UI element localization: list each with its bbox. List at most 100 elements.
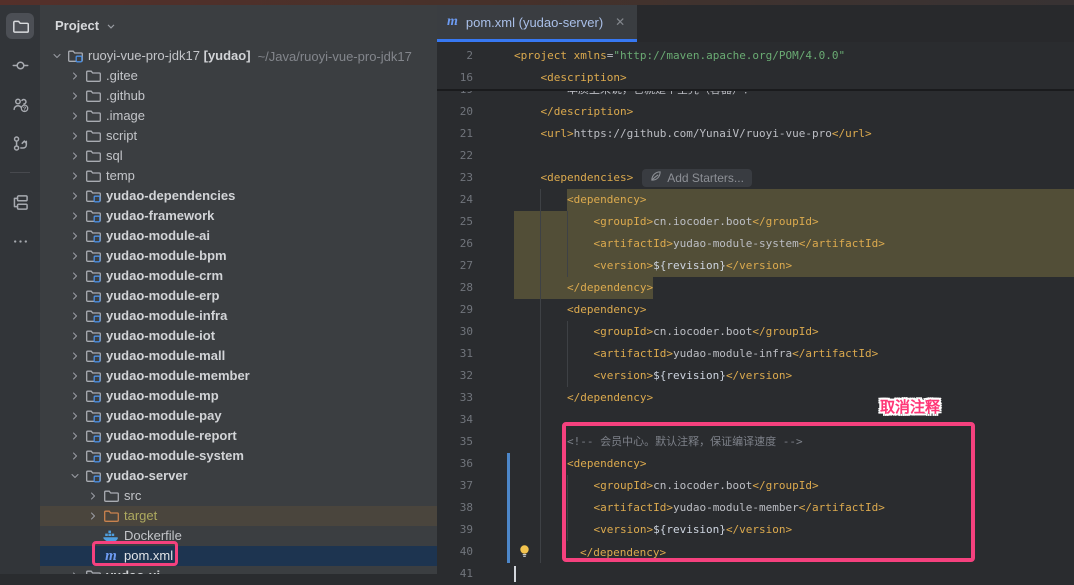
code-line-32[interactable]: 32 <version>${revision}</version> [437, 365, 1074, 387]
tree-row-sql[interactable]: sql [40, 146, 437, 166]
code-line-24[interactable]: 24 <dependency> [437, 189, 1074, 211]
code-line-text[interactable]: <dependency> [514, 299, 1074, 321]
tree-row-yudao-module-member[interactable]: yudao-module-member [40, 366, 437, 386]
chevron-right-icon[interactable] [66, 250, 84, 262]
chevron-right-icon[interactable] [66, 210, 84, 222]
gutter-change-marker [507, 541, 510, 563]
code-line-27[interactable]: 27 <version>${revision}</version> [437, 255, 1074, 277]
tree-row-yudao-module-system[interactable]: yudao-module-system [40, 446, 437, 466]
tree-row-src[interactable]: src [40, 486, 437, 506]
code-line-19[interactable]: 19 本质上来说，它就是个空壳（容器）！ [437, 91, 1074, 101]
chevron-right-icon[interactable] [66, 130, 84, 142]
tree-row-script[interactable]: script [40, 126, 437, 146]
code-line-text[interactable]: <url>https://github.com/YunaiV/ruoyi-vue… [514, 123, 1074, 145]
code-line-33[interactable]: 33 </dependency> [437, 387, 1074, 409]
tree-row-yudao-module-ai[interactable]: yudao-module-ai [40, 226, 437, 246]
tree-row-yudao-module-infra[interactable]: yudao-module-infra [40, 306, 437, 326]
chevron-down-icon[interactable] [66, 470, 84, 482]
chevron-right-icon[interactable] [84, 510, 102, 522]
line-number: 27 [437, 255, 473, 277]
chevron-right-icon[interactable] [66, 90, 84, 102]
chevron-right-icon[interactable] [66, 570, 84, 574]
tree-row-yudao-framework[interactable]: yudao-framework [40, 206, 437, 226]
chevron-right-icon[interactable] [66, 390, 84, 402]
tree-row-yudao-module-iot[interactable]: yudao-module-iot [40, 326, 437, 346]
code-line-text[interactable]: <artifactId>yudao-module-infra</artifact… [514, 343, 1074, 365]
tab-close-icon[interactable]: ✕ [615, 15, 625, 29]
code-line-text[interactable]: 本质上来说，它就是个空壳（容器）！ [514, 91, 1074, 101]
code-line-28[interactable]: 28 </dependency> [437, 277, 1074, 299]
chevron-down-icon[interactable] [48, 50, 66, 62]
code-line-text[interactable]: <dependency> [514, 189, 1074, 211]
code-line-25[interactable]: 25 <groupId>cn.iocoder.boot</groupId> [437, 211, 1074, 233]
code-line-text[interactable]: <groupId>cn.iocoder.boot</groupId> [514, 321, 1074, 343]
chevron-right-icon[interactable] [66, 270, 84, 282]
tree-row-yudao-module-mall[interactable]: yudao-module-mall [40, 346, 437, 366]
learn-tool-icon[interactable]: ? [6, 91, 34, 117]
commit-tool-icon[interactable] [6, 52, 34, 78]
sticky-line-2[interactable]: 2<project xmlns="http://maven.apache.org… [437, 45, 1074, 67]
code-line-text[interactable]: </dependency> [514, 387, 1074, 409]
tree-row-temp[interactable]: temp [40, 166, 437, 186]
chevron-right-icon[interactable] [66, 110, 84, 122]
tree-row-.image[interactable]: .image [40, 106, 437, 126]
code-line-text[interactable]: <project xmlns="http://maven.apache.org/… [514, 45, 1074, 67]
project-panel-header[interactable]: Project [40, 5, 437, 46]
code-line-text[interactable] [514, 563, 1074, 585]
chevron-right-icon[interactable] [66, 430, 84, 442]
code-line-text[interactable]: <version>${revision}</version> [514, 255, 1074, 277]
tree-row-yudao-module-pay[interactable]: yudao-module-pay [40, 406, 437, 426]
tree-row-yudao-dependencies[interactable]: yudao-dependencies [40, 186, 437, 206]
code-line-23[interactable]: 23 <dependencies>Add Starters... [437, 167, 1074, 189]
tree-row-yudao-module-mp[interactable]: yudao-module-mp [40, 386, 437, 406]
chevron-right-icon[interactable] [66, 450, 84, 462]
code-line-30[interactable]: 30 <groupId>cn.iocoder.boot</groupId> [437, 321, 1074, 343]
chevron-right-icon[interactable] [66, 170, 84, 182]
project-tool-icon[interactable] [6, 13, 34, 39]
structure-tool-icon[interactable] [6, 189, 34, 215]
chevron-right-icon[interactable] [66, 410, 84, 422]
pull-requests-tool-icon[interactable] [6, 130, 34, 156]
tree-row-.github[interactable]: .github [40, 86, 437, 106]
chevron-right-icon[interactable] [66, 70, 84, 82]
chevron-right-icon[interactable] [84, 490, 102, 502]
tree-row-.gitee[interactable]: .gitee [40, 66, 437, 86]
chevron-right-icon[interactable] [66, 310, 84, 322]
chevron-right-icon[interactable] [66, 330, 84, 342]
gutter-icon-area [473, 167, 514, 189]
tree-row-yudao-module-report[interactable]: yudao-module-report [40, 426, 437, 446]
chevron-right-icon[interactable] [66, 150, 84, 162]
more-tools-icon[interactable] [6, 228, 34, 254]
code-line-41[interactable]: 41 [437, 563, 1074, 585]
code-line-20[interactable]: 20 </description> [437, 101, 1074, 123]
code-line-text[interactable]: <version>${revision}</version> [514, 365, 1074, 387]
chevron-right-icon[interactable] [66, 350, 84, 362]
chevron-right-icon[interactable] [66, 190, 84, 202]
code-line-22[interactable]: 22 [437, 145, 1074, 167]
tree-row-yudao-server[interactable]: yudao-server [40, 466, 437, 486]
code-line-text[interactable]: <description> [514, 67, 1074, 89]
code-line-21[interactable]: 21 <url>https://github.com/YunaiV/ruoyi-… [437, 123, 1074, 145]
chevron-right-icon[interactable] [66, 290, 84, 302]
code-line-31[interactable]: 31 <artifactId>yudao-module-infra</artif… [437, 343, 1074, 365]
tree-row-yudao-module-bpm[interactable]: yudao-module-bpm [40, 246, 437, 266]
code-line-text[interactable]: <artifactId>yudao-module-system</artifac… [514, 233, 1074, 255]
tree-row-yudao-module-erp[interactable]: yudao-module-erp [40, 286, 437, 306]
code-line-text[interactable] [514, 145, 1074, 167]
tab-pom-xml[interactable]: m pom.xml (yudao-server) ✕ [437, 5, 637, 42]
chevron-right-icon[interactable] [66, 370, 84, 382]
gutter-icon-area [473, 67, 514, 89]
code-line-text[interactable]: </description> [514, 101, 1074, 123]
code-line-29[interactable]: 29 <dependency> [437, 299, 1074, 321]
tree-row-yudao-ui[interactable]: yudao-ui [40, 566, 437, 574]
add-starters-hint[interactable]: Add Starters... [642, 169, 752, 187]
tree-row-target[interactable]: target [40, 506, 437, 526]
code-line-26[interactable]: 26 <artifactId>yudao-module-system</arti… [437, 233, 1074, 255]
tree-row-yudao-module-crm[interactable]: yudao-module-crm [40, 266, 437, 286]
code-line-text[interactable]: <groupId>cn.iocoder.boot</groupId> [514, 211, 1074, 233]
tree-row-ruoyi-vue-pro-jdk17[interactable]: ruoyi-vue-pro-jdk17 [yudao]~/Java/ruoyi-… [40, 46, 437, 66]
code-line-text[interactable]: <dependencies>Add Starters... [514, 167, 1074, 189]
sticky-line-16[interactable]: 16 <description> [437, 67, 1074, 89]
chevron-right-icon[interactable] [66, 230, 84, 242]
code-line-text[interactable]: </dependency> [514, 277, 1074, 299]
